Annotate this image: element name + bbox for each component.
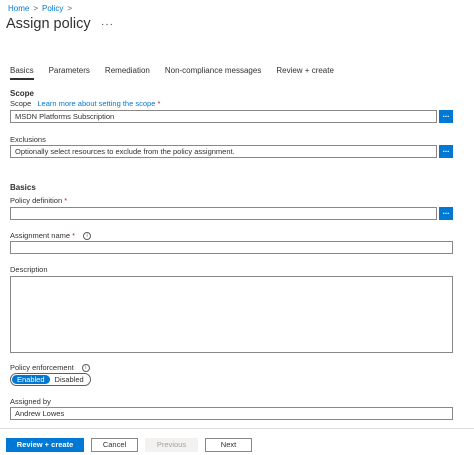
policy-definition-label: Policy definition <box>10 196 63 205</box>
exclusions-browse-button[interactable]: ... <box>439 145 453 158</box>
enforcement-disabled-option[interactable]: Disabled <box>50 375 89 384</box>
breadcrumb: Home > Policy > <box>8 2 72 14</box>
cancel-button[interactable]: Cancel <box>91 438 138 452</box>
policy-definition-field[interactable] <box>10 207 437 220</box>
footer-divider <box>0 428 474 429</box>
breadcrumb-policy[interactable]: Policy <box>42 4 63 13</box>
chevron-right-icon: > <box>67 3 73 13</box>
page-title: Assign policy <box>6 16 91 32</box>
policy-definition-label-row: Policy definition * <box>10 196 67 205</box>
exclusions-field[interactable]: Optionally select resources to exclude f… <box>10 145 437 158</box>
exclusions-label: Exclusions <box>10 135 46 144</box>
assignment-name-field[interactable] <box>10 241 453 254</box>
scope-heading: Scope <box>10 89 35 98</box>
breadcrumb-home[interactable]: Home <box>8 4 29 13</box>
tab-basics[interactable]: Basics <box>10 66 34 80</box>
scope-field[interactable]: MSDN Platforms Subscription <box>10 110 437 123</box>
enforcement-enabled-option[interactable]: Enabled <box>12 375 50 384</box>
more-options-button[interactable]: ··· <box>101 19 114 30</box>
info-icon[interactable]: i <box>83 232 92 241</box>
review-create-button[interactable]: Review + create <box>6 438 84 452</box>
tab-non-compliance-messages[interactable]: Non-compliance messages <box>165 66 262 80</box>
policy-enforcement-label-row: Policy enforcement i <box>10 363 90 373</box>
assigned-by-field[interactable]: Andrew Lowes <box>10 407 453 420</box>
required-mark: * <box>157 99 161 108</box>
tab-remediation[interactable]: Remediation <box>105 66 150 80</box>
policy-definition-browse-button[interactable]: ... <box>439 207 453 220</box>
scope-label-row: Scope Learn more about setting the scope… <box>10 99 160 108</box>
tab-bar: Basics Parameters Remediation Non-compli… <box>10 66 349 80</box>
assignment-name-label: Assignment name <box>10 231 71 240</box>
policy-enforcement-label: Policy enforcement <box>10 363 74 372</box>
required-mark: * <box>72 231 76 240</box>
previous-button: Previous <box>145 438 198 452</box>
next-button[interactable]: Next <box>205 438 252 452</box>
assigned-by-label: Assigned by <box>10 397 51 406</box>
tab-review-create[interactable]: Review + create <box>276 66 334 80</box>
description-textarea[interactable] <box>10 276 453 353</box>
learn-more-scope-link[interactable]: Learn more about setting the scope <box>37 99 155 108</box>
tab-parameters[interactable]: Parameters <box>49 66 90 80</box>
policy-enforcement-toggle[interactable]: Enabled Disabled <box>10 373 91 386</box>
scope-browse-button[interactable]: ... <box>439 110 453 123</box>
required-mark: * <box>64 196 68 205</box>
basics-heading: Basics <box>10 183 36 192</box>
chevron-right-icon: > <box>33 3 39 13</box>
info-icon[interactable]: i <box>81 364 90 373</box>
scope-label: Scope <box>10 99 32 108</box>
description-label: Description <box>10 265 48 274</box>
assignment-name-label-row: Assignment name * i <box>10 231 92 241</box>
